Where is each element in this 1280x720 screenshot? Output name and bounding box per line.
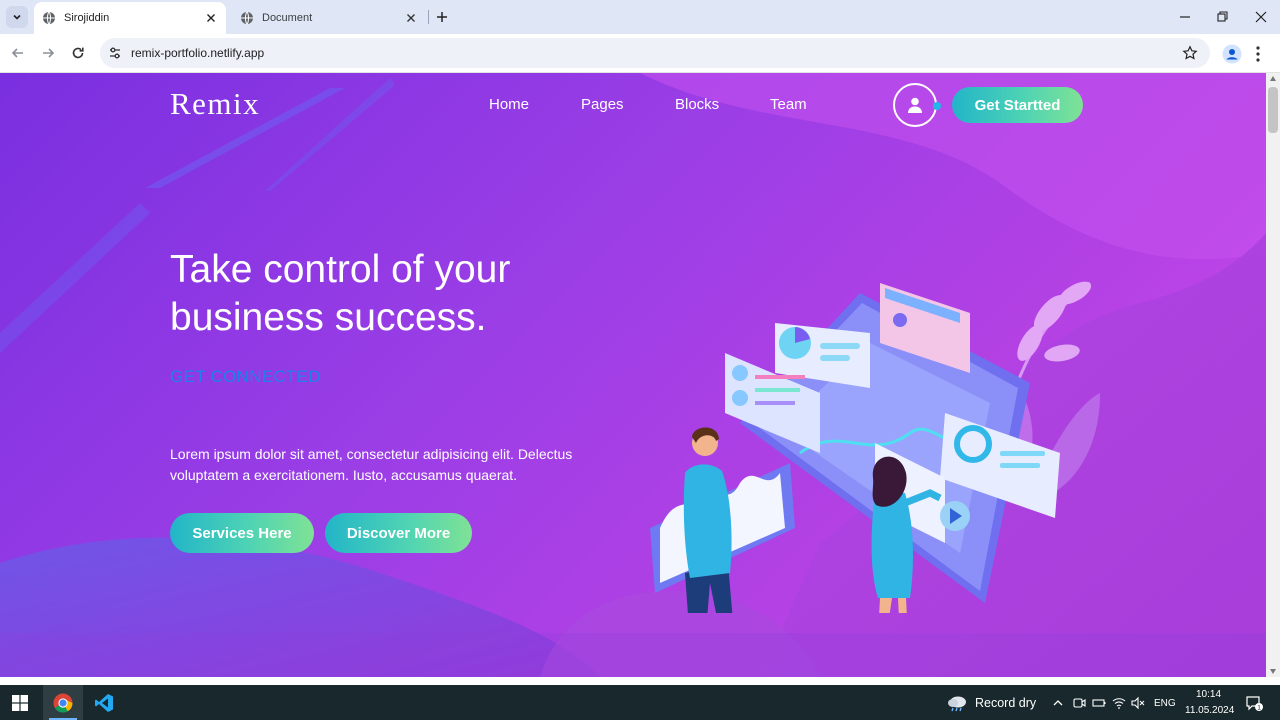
windows-start-icon[interactable]	[12, 695, 28, 711]
address-bar[interactable]: remix-portfolio.netlify.app	[100, 38, 1210, 68]
nav-home[interactable]: Home	[489, 96, 529, 113]
nav-pages[interactable]: Pages	[581, 96, 624, 113]
site-logo[interactable]: Remix	[170, 86, 260, 122]
nav-team[interactable]: Team	[770, 96, 807, 113]
page-bottom-edge	[0, 677, 1280, 685]
notification-icon[interactable]: 1	[1245, 694, 1263, 712]
forward-icon[interactable]	[39, 44, 57, 62]
account-button[interactable]	[893, 83, 937, 127]
bookmark-star-icon[interactable]	[1182, 45, 1198, 61]
tab-title: Document	[262, 12, 313, 24]
status-dot	[933, 102, 941, 110]
back-icon[interactable]	[9, 44, 27, 62]
speaker-muted-icon[interactable]	[1131, 696, 1145, 710]
tab-separator	[428, 10, 429, 24]
taskbar: Record dry ENG 10:14 11.05.2024 1	[0, 685, 1280, 720]
url-text[interactable]: remix-portfolio.netlify.app	[131, 46, 264, 60]
vscode-icon	[95, 693, 113, 712]
site-settings-icon[interactable]	[108, 46, 122, 60]
tab-strip: Sirojiddin Document	[0, 0, 1280, 34]
chrome-icon	[53, 693, 73, 713]
window-close-icon[interactable]	[1252, 8, 1270, 26]
scroll-up-arrow[interactable]	[1270, 76, 1276, 81]
meet-now-icon[interactable]	[1072, 696, 1086, 710]
new-tab-icon[interactable]	[434, 9, 450, 25]
input-language[interactable]: ENG	[1154, 698, 1176, 709]
weather-icon[interactable]	[946, 693, 968, 713]
discover-more-button[interactable]: Discover More	[325, 513, 472, 553]
user-icon	[908, 97, 922, 113]
scroll-down-arrow[interactable]	[1270, 669, 1276, 674]
tab-title: Sirojiddin	[64, 12, 110, 24]
close-icon[interactable]	[204, 11, 218, 25]
scrollbar-thumb[interactable]	[1268, 87, 1278, 133]
battery-icon[interactable]	[1092, 696, 1106, 710]
tab-document[interactable]: Document	[232, 2, 426, 34]
close-icon[interactable]	[404, 11, 418, 25]
globe-icon	[43, 11, 55, 25]
hero-tagline: GET CONNECTED	[170, 367, 321, 386]
reload-icon[interactable]	[69, 44, 87, 62]
wifi-icon[interactable]	[1112, 696, 1126, 710]
chevron-down-icon	[13, 14, 21, 20]
page-scrollbar[interactable]	[1266, 73, 1280, 677]
globe-icon	[241, 11, 253, 25]
profile-icon[interactable]	[1222, 44, 1242, 64]
clock-time[interactable]: 10:14	[1196, 689, 1221, 700]
hero-description: Lorem ipsum dolor sit amet, consectetur …	[170, 446, 573, 483]
taskbar-vscode[interactable]	[84, 685, 124, 720]
browser-toolbar: remix-portfolio.netlify.app	[0, 34, 1280, 73]
hero-illustration	[650, 281, 1100, 613]
taskbar-chrome[interactable]	[43, 685, 83, 720]
get-started-button[interactable]: Get Startted	[952, 87, 1083, 123]
restore-icon[interactable]	[1213, 8, 1231, 26]
tab-sirojiddin[interactable]: Sirojiddin	[34, 2, 226, 34]
tab-search-button[interactable]	[6, 6, 28, 28]
chevron-up-icon[interactable]	[1051, 696, 1065, 710]
nav-blocks[interactable]: Blocks	[675, 96, 719, 113]
menu-kebab-icon[interactable]	[1254, 44, 1262, 64]
services-button[interactable]: Services Here	[170, 513, 314, 553]
page-viewport: Remix Home Pages Blocks Team Get Startte…	[0, 73, 1266, 677]
weather-text[interactable]: Record dry	[975, 696, 1036, 710]
clock-date[interactable]: 11.05.2024	[1185, 705, 1234, 716]
minimize-icon[interactable]	[1176, 8, 1194, 26]
notification-count: 1	[1257, 704, 1261, 711]
hero-title: Take control of your business success.	[170, 248, 511, 339]
